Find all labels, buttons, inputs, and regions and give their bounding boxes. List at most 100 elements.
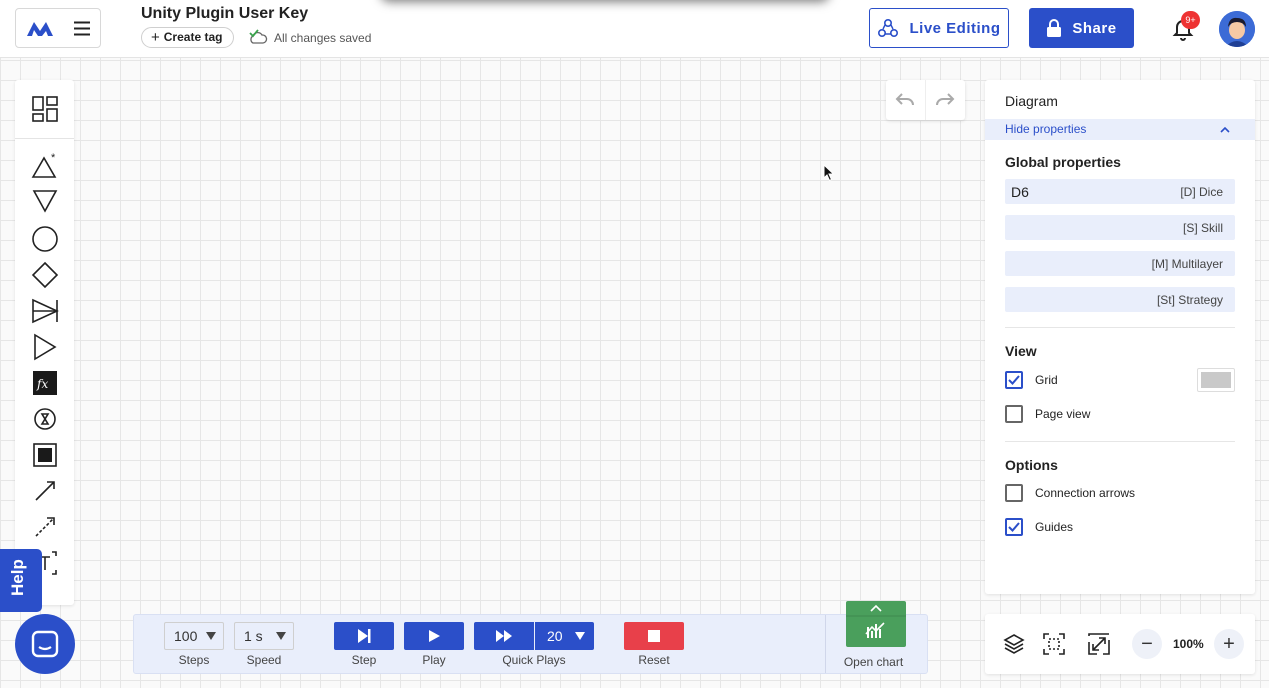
live-editing-label: Live Editing	[909, 19, 1001, 37]
step-forward-icon	[358, 629, 371, 643]
open-chart-button[interactable]	[846, 601, 906, 647]
page-view-option[interactable]: Page view	[1005, 405, 1090, 423]
chevron-up-icon	[1220, 126, 1230, 133]
mouse-cursor-icon	[823, 164, 835, 182]
redo-button[interactable]	[926, 80, 966, 120]
layers-button[interactable]	[1002, 632, 1026, 656]
page-view-checkbox[interactable]	[1005, 405, 1023, 423]
end-node-tool[interactable]	[30, 440, 60, 470]
minus-icon: −	[1141, 632, 1153, 655]
steps-caption: Steps	[178, 653, 210, 667]
help-tab[interactable]: Help	[0, 549, 42, 612]
svg-text:fx: fx	[36, 377, 48, 391]
page-view-label: Page view	[1035, 407, 1091, 421]
selection-frame-icon	[1043, 633, 1065, 655]
step-caption: Step	[351, 653, 377, 667]
steps-value: 100	[174, 628, 198, 644]
triangle-star-icon: *	[31, 152, 57, 178]
panel-divider	[1005, 441, 1235, 442]
chart-icon	[846, 604, 906, 638]
view-controls: − 100% +	[985, 614, 1255, 674]
templates-tool[interactable]	[30, 94, 60, 124]
create-tag-label: Create tag	[163, 30, 223, 44]
source-node-tool[interactable]: *	[30, 150, 60, 180]
expand-icon	[1088, 633, 1110, 655]
skill-field[interactable]: [S] Skill	[1005, 215, 1235, 240]
speed-value: 1 s	[244, 628, 263, 644]
dropdown-arrow-icon	[276, 632, 286, 640]
dropdown-arrow-icon	[206, 632, 216, 640]
converter-icon	[32, 298, 59, 324]
create-tag-button[interactable]: + Create tag	[141, 27, 235, 48]
quick-plays-value: 20	[547, 628, 563, 644]
register-node-tool[interactable]: fx	[30, 368, 60, 398]
collaboration-icon	[878, 18, 899, 38]
resource-connection-tool[interactable]	[30, 476, 60, 506]
live-editing-button[interactable]: Live Editing	[869, 8, 1009, 48]
zoom-out-button[interactable]: −	[1132, 629, 1162, 659]
play-caption: Play	[422, 653, 446, 667]
save-status: All changes saved	[248, 28, 371, 48]
guides-checkbox[interactable]	[1005, 518, 1023, 536]
panel-title: Diagram	[1005, 93, 1058, 109]
fit-selection-button[interactable]	[1042, 632, 1066, 656]
multilayer-field[interactable]: [M] Multilayer	[1005, 251, 1235, 276]
zoom-in-button[interactable]: +	[1214, 629, 1244, 659]
share-button[interactable]: Share	[1029, 8, 1134, 48]
grid-color-swatch[interactable]	[1197, 368, 1235, 392]
document-title[interactable]: Unity Plugin User Key	[141, 5, 308, 23]
grid-option[interactable]: Grid	[1005, 371, 1058, 389]
hide-properties-toggle[interactable]: Hide properties	[985, 119, 1255, 140]
quick-play-button[interactable]	[474, 622, 534, 650]
grid-layout-icon	[32, 96, 58, 122]
quick-plays-caption: Quick Plays	[502, 653, 566, 667]
dice-field[interactable]: D6 [D] Dice	[1005, 179, 1235, 204]
global-properties-title: Global properties	[1005, 154, 1121, 170]
hide-properties-label: Hide properties	[1005, 122, 1087, 136]
step-button[interactable]	[334, 622, 394, 650]
zoom-level: 100%	[1173, 637, 1204, 651]
pool-node-tool[interactable]	[30, 224, 60, 254]
connection-arrows-option[interactable]: Connection arrows	[1005, 484, 1135, 502]
avatar-icon	[1219, 11, 1255, 47]
arrow-line-icon	[35, 481, 55, 501]
fullscreen-button[interactable]	[1087, 632, 1111, 656]
connection-arrows-checkbox[interactable]	[1005, 484, 1023, 502]
toolbar-divider	[15, 138, 74, 139]
grid-label: Grid	[1035, 373, 1058, 387]
user-avatar[interactable]	[1219, 11, 1255, 47]
grid-checkbox[interactable]	[1005, 371, 1023, 389]
help-label: Help	[8, 559, 27, 596]
dice-label: [D] Dice	[1180, 185, 1223, 199]
trader-node-tool[interactable]	[30, 332, 60, 362]
converter-node-tool[interactable]	[30, 296, 60, 326]
gate-node-tool[interactable]	[30, 260, 60, 290]
view-title: View	[1005, 343, 1037, 359]
play-button[interactable]	[404, 622, 464, 650]
dropdown-arrow-icon	[575, 632, 585, 640]
options-title: Options	[1005, 457, 1058, 473]
fast-forward-icon	[496, 630, 512, 642]
lock-icon	[1047, 19, 1062, 37]
shape-toolbar: * fx	[15, 80, 74, 605]
steps-select[interactable]: 100	[164, 622, 224, 650]
drain-node-tool[interactable]	[30, 186, 60, 216]
delay-node-tool[interactable]	[30, 404, 60, 434]
circle-icon	[32, 226, 58, 252]
hourglass-icon	[34, 408, 56, 430]
connection-arrows-label: Connection arrows	[1035, 486, 1136, 500]
plus-icon: +	[1223, 632, 1235, 655]
strategy-field[interactable]: [St] Strategy	[1005, 287, 1235, 312]
skill-label: [S] Skill	[1182, 221, 1223, 235]
app-menu-button[interactable]	[15, 8, 101, 48]
undo-button[interactable]	[886, 80, 926, 120]
chat-launcher[interactable]	[15, 614, 75, 674]
speed-select[interactable]: 1 s	[234, 622, 294, 650]
dice-value: D6	[1011, 184, 1029, 200]
guides-option[interactable]: Guides	[1005, 518, 1073, 536]
triangle-down-icon	[32, 190, 58, 213]
quick-plays-select[interactable]: 20	[535, 622, 594, 650]
guides-label: Guides	[1035, 520, 1074, 534]
reset-button[interactable]	[624, 622, 684, 650]
state-connection-tool[interactable]	[30, 512, 60, 542]
